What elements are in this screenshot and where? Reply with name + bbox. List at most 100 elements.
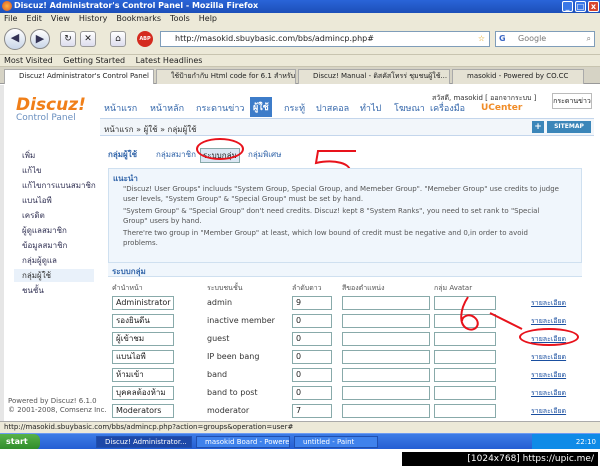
forum-search-select[interactable]: กระดานข่าว (552, 93, 592, 109)
taskbar-item-firefox[interactable]: Discuz! Administrator... (96, 436, 192, 448)
detail-link[interactable]: รายละเอียด (531, 388, 566, 399)
stars-input[interactable]: 0 (292, 350, 332, 364)
sidebar-item-ip-ban[interactable]: แบนไอพี (22, 194, 52, 207)
detail-link[interactable]: รายละเอียด (531, 370, 566, 381)
sidebar-item-user-groups[interactable]: กลุ่มผู้ใช้ (14, 269, 94, 282)
subtab-special-groups[interactable]: กลุ่มพิเศษ (248, 148, 281, 161)
sidebar-item-edit[interactable]: แก้ไข (22, 164, 42, 177)
group-title-input[interactable]: Moderators (112, 404, 174, 418)
group-name: guest (207, 334, 230, 343)
menu-bookmarks[interactable]: Bookmarks (112, 13, 166, 23)
tab-discuz-manual[interactable]: Discuz! Manual - ดิสคัสโทรร่ ชุมชนผู้ใช้… (298, 69, 450, 84)
nav-main[interactable]: หน้าหลัก (150, 101, 184, 115)
search-input[interactable]: G Google ⌕ (495, 31, 595, 47)
copyright-line: © 2001-2008, Comsenz Inc. (8, 406, 107, 414)
sidebar-item-add[interactable]: เพิ่ม (22, 149, 35, 162)
nav-forum[interactable]: กระดานข่าว (196, 101, 244, 115)
color-input[interactable] (342, 404, 430, 418)
red-annotation-circle (519, 328, 579, 346)
taskbar-item-masokid[interactable]: masokid Board - Powere... (196, 436, 290, 448)
detail-link[interactable]: รายละเอียด (531, 352, 566, 363)
sidebar-item-ranks[interactable]: ชนชั้น (22, 284, 44, 297)
notice-line: "Discuz! User Groups" incluuds "System G… (123, 185, 559, 193)
stars-input[interactable]: 0 (292, 368, 332, 382)
nav-ads[interactable]: โฆษณา (394, 101, 425, 115)
bookmark-latest-headlines[interactable]: Latest Headlines (136, 55, 203, 65)
google-icon: G (499, 34, 506, 43)
stars-input[interactable]: 7 (292, 404, 332, 418)
subtab-user-groups[interactable]: กลุ่มผู้ใช้ (108, 148, 137, 161)
url-text: http://masokid.sbuybasic.com/bbs/admincp… (175, 34, 374, 43)
detail-link[interactable]: รายละเอียด (531, 298, 566, 309)
system-tray-clock: 22:10 (532, 434, 600, 450)
table-row: บุคคลต้องห้าม band to post 0 รายละเอียด (112, 386, 582, 404)
bookmark-getting-started[interactable]: Getting Started (63, 55, 125, 65)
subtab-member-groups[interactable]: กลุ่มสมาชิก (156, 148, 196, 161)
home-icon[interactable]: ⌂ (110, 31, 126, 47)
color-input[interactable] (342, 332, 430, 346)
minimize-button[interactable]: _ (562, 1, 573, 12)
stars-input[interactable]: 0 (292, 314, 332, 328)
avatar-input[interactable] (434, 368, 496, 382)
nav-users[interactable]: ผู้ใช้ (250, 97, 272, 117)
detail-link[interactable]: รายละเอียด (531, 406, 566, 417)
sitemap-button[interactable]: SITEMAP (547, 121, 591, 133)
menu-history[interactable]: History (75, 13, 112, 23)
back-icon[interactable]: ◀ (4, 28, 26, 50)
add-shortcut-button[interactable]: + (532, 121, 544, 133)
bookmark-most-visited[interactable]: Most Visited (4, 55, 53, 65)
group-title-input[interactable]: Administrator (112, 296, 174, 310)
sidebar-item-member-admins[interactable]: ผู้ดูแลสมาชิก (22, 224, 67, 237)
menu-help[interactable]: Help (195, 13, 222, 23)
menu-file[interactable]: File (0, 13, 22, 23)
url-input[interactable]: http://masokid.sbuybasic.com/bbs/admincp… (160, 31, 490, 47)
start-button[interactable]: start (0, 434, 40, 450)
color-input[interactable] (342, 350, 430, 364)
tab-html-code[interactable]: ใช้ป้ายกำกับ Html code for 6.1 สำหรับคนใ… (156, 69, 296, 84)
notice-line: There're two group in "Member Group" at … (123, 229, 528, 237)
avatar-input[interactable] (434, 350, 496, 364)
stop-icon[interactable]: ✕ (80, 31, 96, 47)
menu-tools[interactable]: Tools (166, 13, 195, 23)
color-input[interactable] (342, 314, 430, 328)
group-title-input[interactable]: ผู้เข้าชม (112, 332, 174, 346)
sidebar-item-admin-groups[interactable]: กลุ่มผู้ดูแล (22, 254, 57, 267)
tab-discuz-admin[interactable]: Discuz! Administrator's Control Panel (4, 69, 154, 84)
color-input[interactable] (342, 296, 430, 310)
sidebar-item-member-info[interactable]: ข้อมูลสมาชิก (22, 239, 67, 252)
sidebar-item-ban-edit[interactable]: แก้ไขการแบนสมาชิก (22, 179, 96, 192)
group-title-input[interactable]: ห้ามเข้า (112, 368, 174, 382)
group-title-input[interactable]: รองยินดีน (112, 314, 174, 328)
group-title-input[interactable]: บุคคลต้องห้าม (112, 386, 174, 400)
detail-link[interactable]: รายละเอียด (531, 316, 566, 327)
search-icon[interactable]: ⌕ (587, 32, 591, 46)
forward-icon[interactable]: ▶ (30, 29, 50, 49)
notice-box: แนะนำ "Discuz! User Groups" incluuds "Sy… (108, 168, 582, 263)
group-name: inactive member (207, 316, 275, 325)
nav-pascal[interactable]: ปาสคอล (316, 101, 349, 115)
group-title-input[interactable]: แบนไอพี (112, 350, 174, 364)
reload-icon[interactable]: ↻ (60, 31, 76, 47)
stars-input[interactable]: 9 (292, 296, 332, 310)
color-input[interactable] (342, 386, 430, 400)
maximize-button[interactable]: □ (575, 1, 586, 12)
taskbar-item-paint[interactable]: untitled - Paint (294, 436, 378, 448)
color-input[interactable] (342, 368, 430, 382)
tab-masokid[interactable]: masokid - Powered by CO.CC (452, 69, 584, 84)
nav-tamai[interactable]: ทำไป (360, 101, 381, 115)
window-title: Discuz! Administrator's Control Panel - … (14, 1, 259, 10)
stars-input[interactable]: 0 (292, 386, 332, 400)
avatar-input[interactable] (434, 386, 496, 400)
avatar-input[interactable] (434, 404, 496, 418)
close-button[interactable]: x (588, 1, 599, 12)
nav-threads[interactable]: กระทู้ (284, 101, 305, 115)
sidebar-item-credits[interactable]: เครดิต (22, 209, 45, 222)
menu-view[interactable]: View (47, 13, 75, 23)
stars-input[interactable]: 0 (292, 332, 332, 346)
nav-home[interactable]: หน้าแรก (104, 101, 137, 115)
menu-edit[interactable]: Edit (22, 13, 47, 23)
column-header-stars: ลำดับดาว (292, 284, 322, 292)
ucenter-link[interactable]: UCenter (481, 103, 522, 113)
bookmark-star-icon[interactable]: ☆ (478, 32, 485, 46)
adblock-icon[interactable]: ABP (137, 31, 153, 47)
